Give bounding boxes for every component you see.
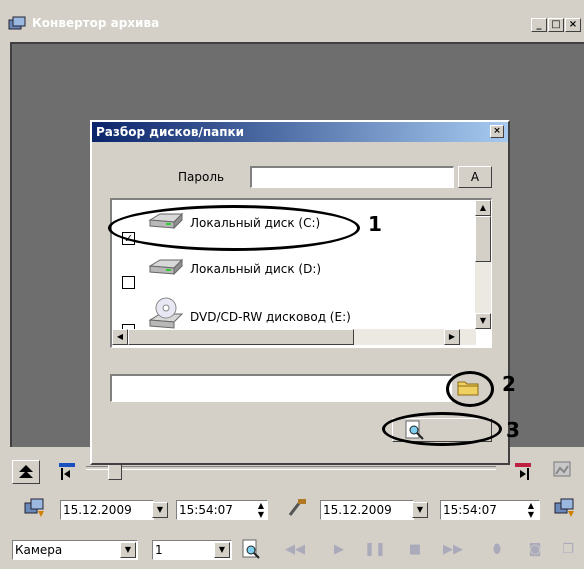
annotation-ellipse-3 [382,412,502,446]
mark-start-icon[interactable] [56,460,78,482]
minimize-button[interactable]: _ [531,18,547,32]
export-icon[interactable] [548,458,574,482]
close-button[interactable]: × [565,18,581,32]
hscroll-thumb[interactable] [128,329,354,345]
disk-d-label[interactable]: Локальный диск (D:) [190,262,321,276]
disk-d-checkbox[interactable] [122,276,135,289]
camera-select-dropdown[interactable]: ▼ [120,542,136,558]
copy-icon[interactable]: ❐ [556,540,580,562]
start-time-spinner[interactable]: ▲ ▼ [254,501,268,519]
mark-end-icon[interactable] [512,460,534,482]
annotation-ellipse-2 [446,371,494,407]
search-document-icon[interactable] [238,538,264,560]
password-input[interactable] [250,166,454,188]
scroll-down-button[interactable]: ▼ [475,313,491,329]
end-date-dropdown[interactable]: ▼ [412,502,428,518]
dialog-title-bar: Разбор дисков/папки × [92,122,508,142]
app-icon [8,16,26,32]
start-date-dropdown[interactable]: ▼ [152,502,168,518]
end-time-spinner[interactable]: ▲ ▼ [524,501,538,519]
scroll-left-button[interactable]: ◀ [112,329,128,345]
tools-icon[interactable] [284,497,310,519]
annotation-number-2: 2 [502,372,516,396]
window-title: Конвертор архива [32,16,160,30]
stop-icon[interactable]: ■ [402,540,428,562]
timeline-track[interactable] [86,466,496,470]
disk-list-vscroll[interactable]: ▲ ▼ [475,200,491,329]
play-icon[interactable]: ▶ [326,540,352,562]
password-label: Пароль [178,170,225,184]
window-title-bar: Конвертор архива _ □ × [0,0,584,42]
end-date-field[interactable]: 15.12.2009 [320,500,414,520]
collapse-button[interactable] [12,460,40,484]
convert-to-icon[interactable] [552,497,578,519]
maximize-button[interactable]: □ [548,18,564,32]
annotation-ellipse-1 [108,205,360,251]
scroll-right-button[interactable]: ▶ [444,329,460,345]
vscroll-thumb[interactable] [475,216,491,262]
disk-e-label[interactable]: DVD/CD-RW дисковод (E:) [190,310,351,324]
annotation-number-1: 1 [368,212,382,236]
camera-snapshot-icon[interactable]: ◙ [522,540,548,562]
path-input[interactable] [110,374,452,402]
eraser-icon[interactable]: ⬮ [484,540,510,562]
start-date-field[interactable]: 15.12.2009 [60,500,154,520]
arrow-up-icon [19,465,33,478]
fast-forward-icon[interactable]: ▶▶ [440,540,466,562]
camera-number-dropdown[interactable]: ▼ [214,542,230,558]
archive-converter-window: Конвертор архива _ □ × 15.12.2009 ▼ 15:5… [0,0,584,569]
keyboard-button[interactable]: A [458,166,492,188]
dvd-drive-icon [146,296,184,332]
rewind-icon[interactable]: ◀◀ [282,540,308,562]
dialog-title: Разбор дисков/папки [96,125,245,139]
annotation-number-3: 3 [506,418,520,442]
pause-icon[interactable]: ❚❚ [362,540,388,562]
disk-list-hscroll[interactable]: ◀ ▶ [112,329,476,345]
hard-drive-icon [146,256,184,282]
scroll-up-button[interactable]: ▲ [475,200,491,216]
dialog-close-button[interactable]: × [490,125,504,138]
convert-from-icon[interactable] [22,497,48,519]
